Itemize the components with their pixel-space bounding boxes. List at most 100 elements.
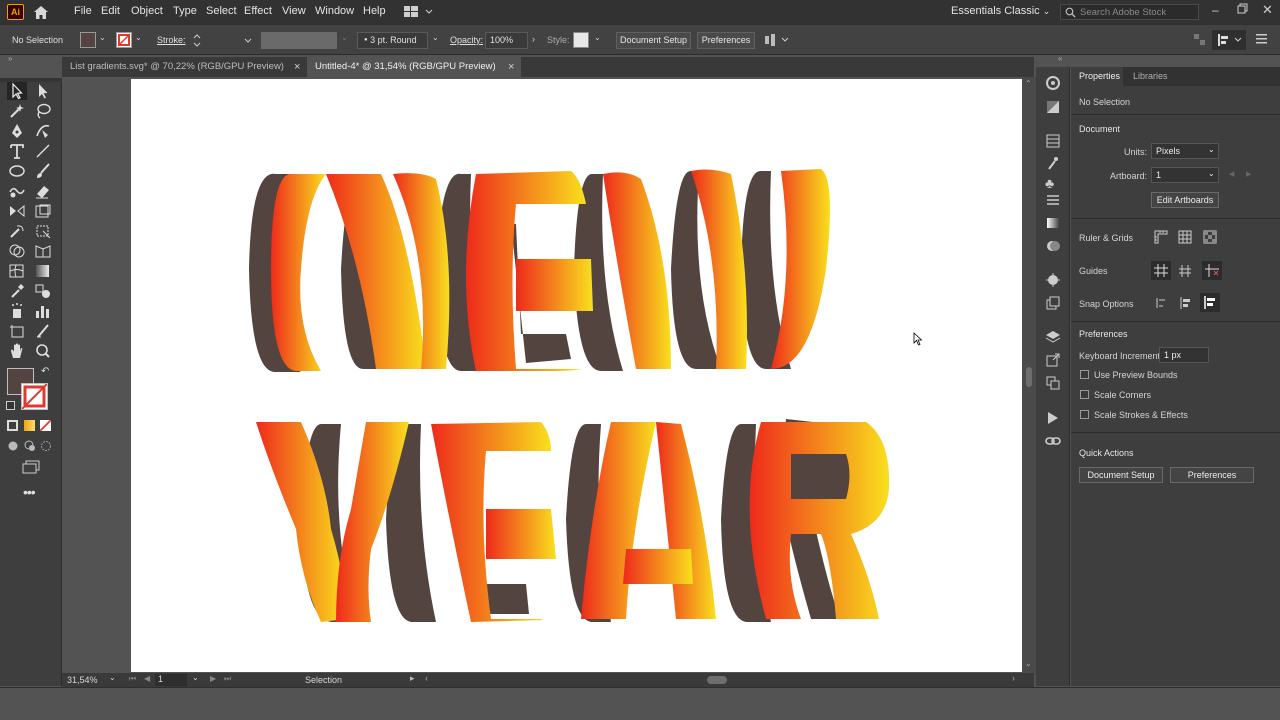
close-icon[interactable]: × bbox=[294, 57, 300, 77]
tab-libraries[interactable]: Libraries bbox=[1127, 67, 1168, 86]
actions-icon[interactable] bbox=[1047, 411, 1059, 425]
color-panel-icon[interactable] bbox=[1045, 99, 1061, 115]
mesh-tool-icon[interactable] bbox=[7, 262, 27, 280]
selection-tool-icon[interactable] bbox=[7, 82, 27, 100]
screen-mode-icon[interactable] bbox=[21, 460, 41, 474]
status-menu-arrow-icon[interactable]: ▸ bbox=[410, 673, 415, 684]
magic-wand-tool-icon[interactable] bbox=[7, 102, 27, 120]
graphic-styles-icon[interactable] bbox=[1045, 295, 1061, 311]
stroke-label[interactable]: Stroke: bbox=[157, 35, 186, 45]
layers-icon[interactable] bbox=[1045, 329, 1061, 345]
lock-guides-icon[interactable] bbox=[1177, 263, 1193, 279]
paintbrush-tool-icon[interactable] bbox=[33, 162, 53, 180]
free-transform-tool-icon[interactable] bbox=[33, 222, 53, 240]
zoom-tool-icon[interactable] bbox=[33, 342, 53, 360]
stroke-swatch[interactable] bbox=[116, 32, 132, 48]
snap-to-glyph-icon[interactable] bbox=[1200, 293, 1220, 312]
links-icon[interactable] bbox=[1045, 434, 1061, 448]
scroll-down-icon[interactable]: ⌄ bbox=[1025, 659, 1032, 668]
vertical-scrollbar[interactable]: ⌃ ⌄ bbox=[1022, 77, 1036, 675]
artboard-number-field[interactable]: 1 bbox=[155, 674, 187, 686]
menu-view[interactable]: View bbox=[282, 5, 306, 17]
next-artboard-icon[interactable]: ▶ bbox=[210, 674, 216, 683]
slice-tool-icon[interactable] bbox=[33, 322, 53, 340]
units-select[interactable]: Pixels ⌄ bbox=[1151, 143, 1219, 159]
collapse-arrow-icon[interactable]: » bbox=[8, 54, 12, 63]
perspective-grid-tool-icon[interactable] bbox=[33, 242, 53, 260]
menu-select[interactable]: Select bbox=[206, 5, 237, 17]
preferences-button[interactable]: Preferences bbox=[697, 32, 755, 49]
tab-properties[interactable]: Properties bbox=[1071, 67, 1123, 86]
graphic-style-swatch[interactable] bbox=[573, 32, 589, 48]
swap-fill-stroke-icon[interactable]: ↶ bbox=[41, 366, 49, 377]
chevron-down-icon[interactable]: ⌄ bbox=[99, 33, 106, 42]
chevron-down-icon[interactable]: ⌄ bbox=[109, 673, 116, 682]
ruler-icon[interactable] bbox=[1153, 229, 1169, 245]
grid-icon[interactable] bbox=[1177, 229, 1193, 245]
align-left-panel-icon[interactable] bbox=[1212, 30, 1246, 50]
search-stock-field[interactable]: Search Adobe Stock bbox=[1060, 4, 1199, 20]
artboard[interactable] bbox=[131, 79, 1022, 672]
gradient-panel-icon[interactable] bbox=[1045, 215, 1061, 231]
shaper-tool-icon[interactable] bbox=[7, 182, 27, 200]
draw-normal-icon[interactable] bbox=[7, 440, 19, 452]
none-mode-icon[interactable] bbox=[40, 420, 51, 431]
horizontal-scroll-thumb[interactable] bbox=[707, 676, 727, 684]
draw-behind-icon[interactable] bbox=[24, 440, 36, 452]
symbol-sprayer-tool-icon[interactable] bbox=[7, 302, 27, 320]
prev-artboard-icon[interactable]: ◀ bbox=[1229, 170, 1234, 178]
close-window-button[interactable]: ✕ bbox=[1262, 2, 1273, 18]
rotate-tool-icon[interactable] bbox=[7, 202, 27, 220]
blend-tool-icon[interactable] bbox=[33, 282, 53, 300]
chevron-down-icon[interactable]: ⌄ bbox=[341, 33, 348, 42]
snap-to-point-icon[interactable] bbox=[1153, 295, 1169, 311]
close-icon[interactable]: × bbox=[508, 57, 514, 77]
scroll-up-icon[interactable]: ⌃ bbox=[1025, 79, 1032, 88]
arrange-documents-icon[interactable] bbox=[404, 6, 434, 18]
transparency-grid-icon[interactable] bbox=[1202, 229, 1218, 245]
color-guide-icon[interactable] bbox=[1045, 75, 1061, 91]
stroke-weight-stepper[interactable] bbox=[191, 32, 255, 49]
scroll-thumb[interactable] bbox=[1026, 367, 1032, 387]
eyedropper-tool-icon[interactable] bbox=[7, 282, 27, 300]
appearance-icon[interactable] bbox=[1045, 272, 1061, 288]
hamburger-menu-icon[interactable] bbox=[1256, 34, 1267, 44]
edit-toolbar-icon[interactable]: ••• bbox=[23, 484, 36, 500]
swatches-icon[interactable] bbox=[1045, 133, 1061, 149]
warp-tool-icon[interactable] bbox=[7, 222, 27, 240]
artboard-tool-icon[interactable] bbox=[7, 322, 27, 340]
pen-tool-icon[interactable] bbox=[7, 122, 27, 140]
align-icon[interactable] bbox=[763, 33, 789, 47]
menu-object[interactable]: Object bbox=[131, 5, 163, 17]
type-tool-icon[interactable] bbox=[7, 142, 27, 160]
opacity-field[interactable]: 100% bbox=[485, 32, 528, 49]
brush-definition[interactable]: ● 3 pt. Round bbox=[357, 32, 428, 49]
keyboard-increment-field[interactable]: 1 px bbox=[1159, 347, 1209, 363]
chevron-down-icon[interactable]: ⌄ bbox=[432, 33, 439, 42]
stroke-panel-icon[interactable] bbox=[1045, 192, 1061, 208]
hscroll-right-icon[interactable]: › bbox=[1012, 673, 1015, 683]
hand-tool-icon[interactable] bbox=[7, 342, 27, 360]
scale-strokes-checkbox[interactable] bbox=[1080, 410, 1089, 419]
edit-artboards-button[interactable]: Edit Artboards bbox=[1151, 192, 1219, 208]
home-icon[interactable] bbox=[33, 5, 49, 20]
variable-width-profile[interactable] bbox=[261, 32, 337, 49]
restore-button[interactable] bbox=[1237, 3, 1249, 15]
gradient-tool-icon[interactable] bbox=[33, 262, 53, 280]
direct-selection-tool-icon[interactable] bbox=[33, 82, 53, 100]
ellipse-tool-icon[interactable] bbox=[7, 162, 27, 180]
curvature-tool-icon[interactable] bbox=[33, 122, 53, 140]
default-fill-stroke-icon[interactable] bbox=[6, 401, 15, 410]
brushes-icon[interactable] bbox=[1045, 155, 1061, 171]
hscroll-left-icon[interactable]: ‹ bbox=[425, 673, 428, 683]
draw-inside-icon[interactable] bbox=[40, 440, 52, 452]
minimize-button[interactable]: – bbox=[1212, 3, 1219, 17]
prev-artboard-icon[interactable]: ◀ bbox=[144, 674, 150, 683]
first-artboard-icon[interactable]: ⏮ bbox=[129, 674, 136, 684]
document-setup-button[interactable]: Document Setup bbox=[616, 32, 691, 49]
quick-document-setup-button[interactable]: Document Setup bbox=[1079, 467, 1163, 483]
chevron-down-icon[interactable]: ⌄ bbox=[135, 33, 142, 42]
lasso-tool-icon[interactable] bbox=[33, 102, 53, 120]
menu-effect[interactable]: Effect bbox=[244, 5, 272, 17]
symbols-icon[interactable]: ♣ bbox=[1045, 175, 1054, 191]
